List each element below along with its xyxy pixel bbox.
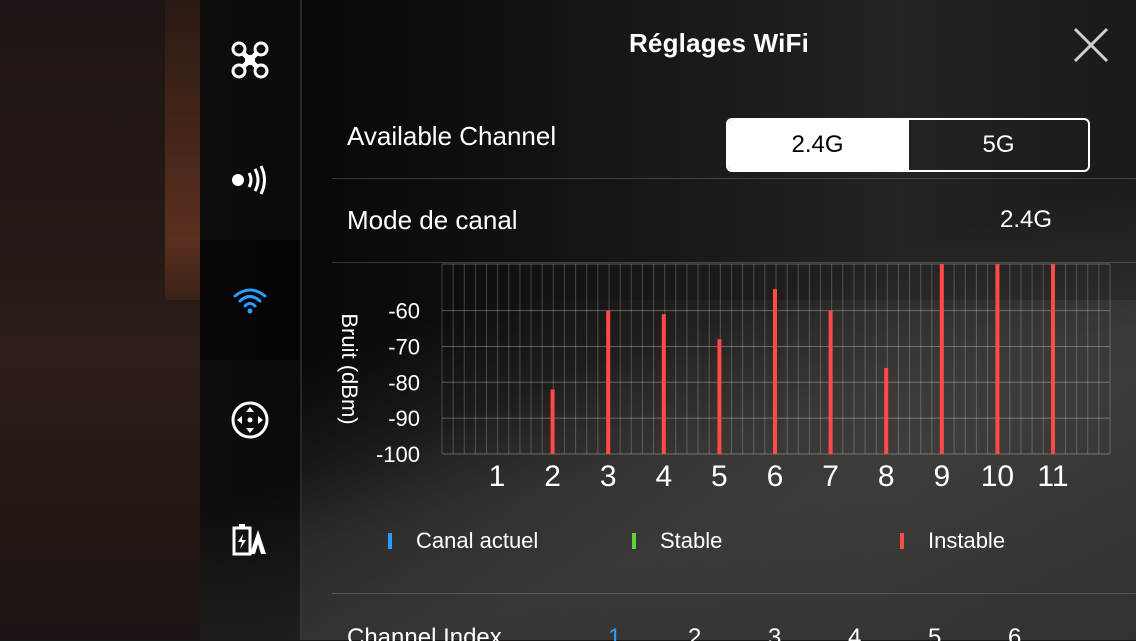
- chart-xtick-label: 10: [981, 460, 1014, 493]
- legend-stable: Stable: [632, 528, 722, 554]
- chart-ytick-label: -70: [388, 334, 420, 359]
- nav-item-gimbal[interactable]: [200, 360, 300, 480]
- chart-xtick-label: 2: [544, 460, 561, 493]
- background-door: [165, 0, 200, 300]
- chart-bar: [995, 264, 1000, 454]
- band-option-2-4g[interactable]: 2.4G: [728, 120, 907, 170]
- chart-bar: [939, 264, 944, 454]
- chart-xtick-label: 11: [1037, 460, 1068, 493]
- settings-sidebar: [200, 0, 302, 640]
- chart-xtick-label: 5: [711, 460, 728, 493]
- available-channel-row: Available Channel 2.4G 5G: [332, 94, 1136, 179]
- chart-xtick-label: 8: [878, 460, 895, 493]
- nav-item-aircraft[interactable]: [200, 0, 300, 120]
- legend-stable-swatch: [632, 533, 636, 549]
- chart-xtick-label: 9: [933, 460, 950, 493]
- chart-xtick-label: 1: [489, 460, 506, 493]
- available-channel-label: Available Channel: [347, 121, 557, 151]
- legend-stable-label: Stable: [660, 528, 723, 553]
- channel-mode-row[interactable]: Mode de canal 2.4G: [332, 178, 1136, 263]
- channel-mode-value: 2.4G: [999, 206, 1052, 233]
- battery-icon: [232, 524, 266, 556]
- legend-current-channel-swatch: [388, 533, 392, 549]
- chart-bar: [828, 310, 833, 454]
- chart-xtick-label: 7: [822, 460, 839, 493]
- nav-item-battery[interactable]: [200, 480, 300, 600]
- chart-xtick-label: 3: [600, 460, 617, 493]
- nav-item-remote-controller[interactable]: [200, 120, 300, 240]
- chart-bar: [661, 314, 666, 454]
- noise-chart-svg: -60 -70 -80 -90 -100 Bruit (dBm) 1 2 3 4 5 6 7 8 9 10 11: [337, 263, 1111, 493]
- drone-icon: [231, 41, 269, 79]
- nav-item-wifi[interactable]: [200, 240, 300, 360]
- chart-ytick-label: -100: [376, 442, 420, 467]
- page-title: Réglages WiFi: [628, 28, 810, 58]
- wifi-settings-panel: Réglages WiFi Available Channel 2.4G 5G …: [302, 0, 1136, 641]
- band-option-5g[interactable]: 5G: [907, 120, 1088, 170]
- channel-index-row: Channel Index 1 2 3 4 5 6: [332, 593, 1136, 641]
- chart-ytick-label: -80: [388, 370, 420, 395]
- chart-bar: [884, 367, 889, 454]
- chart-bar: [1051, 264, 1055, 454]
- close-icon[interactable]: [1072, 26, 1110, 64]
- channel-index-2[interactable]: 2: [688, 624, 701, 641]
- channel-index-label: Channel Index: [347, 624, 502, 641]
- legend-current-channel: Canal actuel: [388, 528, 538, 554]
- channel-index-6[interactable]: 6: [1008, 624, 1021, 641]
- chart-ylabel: Bruit (dBm): [337, 313, 362, 424]
- gimbal-dpad-icon: [231, 401, 269, 439]
- channel-index-4[interactable]: 4: [848, 624, 861, 641]
- wifi-icon: [233, 288, 267, 314]
- channel-index-5[interactable]: 5: [928, 624, 941, 641]
- signal-broadcast-icon: [232, 165, 266, 195]
- channel-index-1[interactable]: 1: [608, 624, 621, 641]
- chart-bar: [550, 389, 555, 454]
- chart-bar: [717, 339, 722, 454]
- legend-current-channel-label: Canal actuel: [416, 528, 539, 553]
- channel-index-3[interactable]: 3: [768, 624, 781, 641]
- legend-unstable-label: Instable: [928, 528, 1006, 553]
- chart-bar: [773, 289, 777, 454]
- chart-xtick-label: 4: [655, 460, 672, 493]
- channel-mode-label: Mode de canal: [347, 205, 518, 235]
- chart-ytick-label: -90: [388, 406, 420, 431]
- chart-xtick-label: 6: [767, 460, 784, 493]
- band-segmented-control: 2.4G 5G: [726, 118, 1090, 172]
- legend-unstable: Instable: [900, 528, 1005, 554]
- chart-ytick-label: -60: [388, 299, 420, 324]
- chart-bar: [606, 310, 611, 454]
- legend-unstable-swatch: [900, 533, 904, 549]
